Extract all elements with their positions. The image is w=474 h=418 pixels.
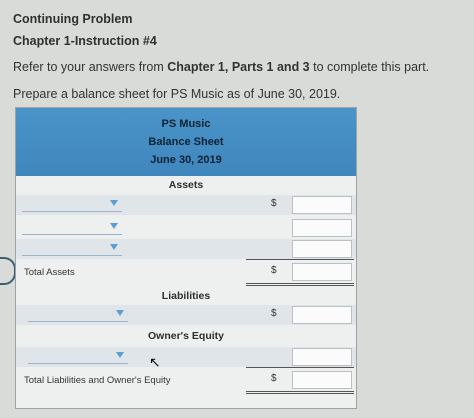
total-assets-input[interactable] — [292, 263, 352, 281]
asset-amount-input[interactable] — [292, 240, 352, 258]
asset-account-dropdown[interactable] — [22, 241, 122, 256]
instruction-line-1: Refer to your answers from Chapter 1, Pa… — [13, 60, 429, 74]
liabilities-heading: Liabilities — [161, 290, 211, 302]
problem-title: Continuing Problem — [13, 12, 133, 26]
asset-row: $ — [16, 195, 356, 215]
side-marker — [0, 257, 16, 285]
chevron-down-icon — [116, 352, 124, 358]
company-name: PS Music — [161, 118, 211, 130]
total-double-line — [246, 283, 354, 286]
subtotal-line — [246, 259, 354, 260]
chapter-instruction-title: Chapter 1-Instruction #4 — [13, 34, 157, 48]
chevron-down-icon — [110, 223, 118, 229]
owners-equity-heading: Owner's Equity — [147, 330, 224, 342]
mouse-cursor-icon: ↖ — [149, 354, 161, 370]
instruction-suffix: to complete this part. — [309, 60, 430, 74]
dollar-sign: $ — [271, 373, 277, 384]
subtotal-line — [246, 367, 354, 368]
dollar-sign: $ — [271, 198, 277, 209]
asset-account-dropdown[interactable] — [22, 197, 122, 212]
dollar-sign: $ — [271, 265, 277, 276]
liability-amount-input[interactable] — [292, 306, 352, 324]
equity-amount-input[interactable] — [292, 348, 352, 366]
instruction-bold: Chapter 1, Parts 1 and 3 — [167, 60, 310, 74]
assets-heading: Assets — [168, 179, 204, 191]
chevron-down-icon — [110, 244, 118, 250]
chevron-down-icon — [110, 200, 118, 206]
liability-row: $ — [16, 305, 356, 325]
dollar-sign: $ — [271, 308, 277, 319]
sheet-header: PS Music Balance Sheet June 30, 2019 — [16, 108, 356, 176]
total-liabilities-equity-input[interactable] — [292, 371, 352, 389]
asset-amount-input[interactable] — [292, 219, 352, 237]
total-double-line — [246, 391, 354, 394]
asset-row — [16, 239, 356, 259]
balance-sheet: PS Music Balance Sheet June 30, 2019 Ass… — [15, 107, 357, 409]
total-liabilities-equity-row: Total Liabilities and Owner's Equity $ — [16, 370, 356, 390]
asset-row — [16, 218, 356, 238]
total-assets-label: Total Assets — [24, 267, 75, 278]
statement-name: Balance Sheet — [148, 136, 224, 148]
statement-date: June 30, 2019 — [150, 154, 222, 166]
liability-account-dropdown[interactable] — [28, 307, 128, 322]
asset-account-dropdown[interactable] — [22, 220, 122, 235]
equity-account-dropdown[interactable] — [28, 349, 128, 364]
total-liabilities-equity-label: Total Liabilities and Owner's Equity — [24, 375, 171, 386]
instruction-prefix: Refer to your answers from — [13, 60, 168, 74]
instruction-line-2: Prepare a balance sheet for PS Music as … — [13, 87, 341, 101]
equity-row — [16, 347, 356, 367]
asset-amount-input[interactable] — [292, 196, 352, 214]
chevron-down-icon — [116, 310, 124, 316]
total-assets-row: Total Assets $ — [16, 262, 356, 282]
